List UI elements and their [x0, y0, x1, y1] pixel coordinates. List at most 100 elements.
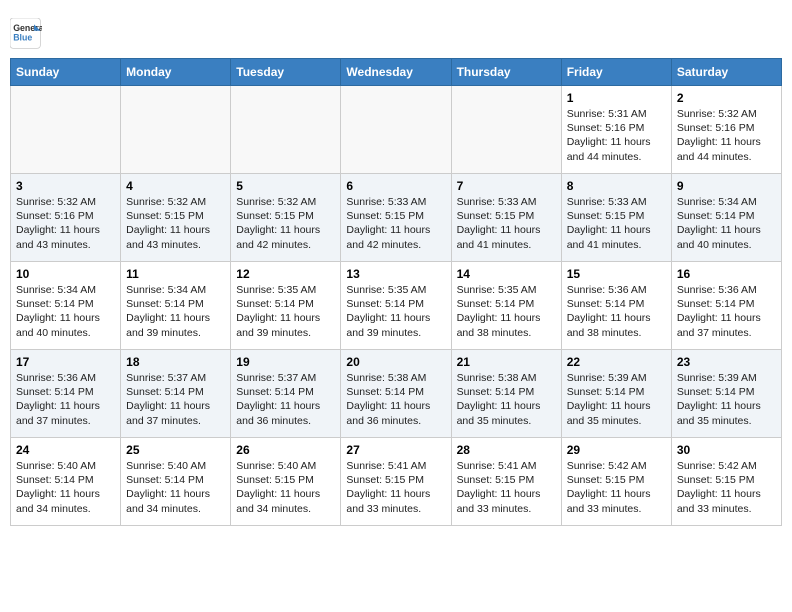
day-number: 3 — [16, 179, 115, 193]
day-info: Sunrise: 5:38 AMSunset: 5:14 PMDaylight:… — [457, 371, 556, 428]
weekday-header-monday: Monday — [121, 59, 231, 86]
day-info: Sunrise: 5:32 AMSunset: 5:16 PMDaylight:… — [16, 195, 115, 252]
calendar-cell: 30 Sunrise: 5:42 AMSunset: 5:15 PMDayligh… — [671, 438, 781, 526]
day-info: Sunrise: 5:34 AMSunset: 5:14 PMDaylight:… — [126, 283, 225, 340]
day-number: 17 — [16, 355, 115, 369]
day-info: Sunrise: 5:39 AMSunset: 5:14 PMDaylight:… — [567, 371, 666, 428]
day-number: 30 — [677, 443, 776, 457]
day-number: 25 — [126, 443, 225, 457]
calendar-cell: 12Sunrise: 5:35 AMSunset: 5:14 PMDayligh… — [231, 262, 341, 350]
day-number: 13 — [346, 267, 445, 281]
calendar-cell: 9 Sunrise: 5:34 AMSunset: 5:14 PMDaylight… — [671, 174, 781, 262]
day-info: Sunrise: 5:32 AMSunset: 5:15 PMDaylight:… — [236, 195, 335, 252]
day-info: Sunrise: 5:42 AMSunset: 5:15 PMDaylight:… — [677, 459, 776, 516]
day-info: Sunrise: 5:40 AMSunset: 5:15 PMDaylight:… — [236, 459, 335, 516]
day-info: Sunrise: 5:34 AMSunset: 5:14 PMDaylight:… — [16, 283, 115, 340]
day-number: 2 — [677, 91, 776, 105]
weekday-header-sunday: Sunday — [11, 59, 121, 86]
calendar-cell: 23 Sunrise: 5:39 AMSunset: 5:14 PMDayligh… — [671, 350, 781, 438]
day-info: Sunrise: 5:35 AMSunset: 5:14 PMDaylight:… — [457, 283, 556, 340]
day-number: 22 — [567, 355, 666, 369]
logo-icon: General Blue — [10, 18, 42, 50]
day-number: 5 — [236, 179, 335, 193]
day-info: Sunrise: 5:36 AMSunset: 5:14 PMDaylight:… — [567, 283, 666, 340]
calendar-cell — [341, 86, 451, 174]
day-info: Sunrise: 5:40 AMSunset: 5:14 PMDaylight:… — [126, 459, 225, 516]
day-info: Sunrise: 5:31 AMSunset: 5:16 PMDaylight:… — [567, 107, 666, 164]
day-info: Sunrise: 5:36 AMSunset: 5:14 PMDaylight:… — [677, 283, 776, 340]
day-number: 27 — [346, 443, 445, 457]
calendar-cell: 27Sunrise: 5:41 AMSunset: 5:15 PMDayligh… — [341, 438, 451, 526]
calendar-week-row: 3 Sunrise: 5:32 AMSunset: 5:16 PMDaylight… — [11, 174, 782, 262]
day-info: Sunrise: 5:41 AMSunset: 5:15 PMDaylight:… — [457, 459, 556, 516]
calendar-cell: 18 Sunrise: 5:37 AMSunset: 5:14 PMDayligh… — [121, 350, 231, 438]
calendar-cell: 10 Sunrise: 5:34 AMSunset: 5:14 PMDayligh… — [11, 262, 121, 350]
day-info: Sunrise: 5:38 AMSunset: 5:14 PMDaylight:… — [346, 371, 445, 428]
day-number: 14 — [457, 267, 556, 281]
day-number: 20 — [346, 355, 445, 369]
day-info: Sunrise: 5:36 AMSunset: 5:14 PMDaylight:… — [16, 371, 115, 428]
calendar-cell — [121, 86, 231, 174]
calendar-cell: 14 Sunrise: 5:35 AMSunset: 5:14 PMDayligh… — [451, 262, 561, 350]
day-info: Sunrise: 5:37 AMSunset: 5:14 PMDaylight:… — [236, 371, 335, 428]
weekday-header-saturday: Saturday — [671, 59, 781, 86]
calendar-cell: 20 Sunrise: 5:38 AMSunset: 5:14 PMDayligh… — [341, 350, 451, 438]
day-number: 23 — [677, 355, 776, 369]
calendar-table: SundayMondayTuesdayWednesdayThursdayFrid… — [10, 58, 782, 526]
day-number: 12 — [236, 267, 335, 281]
calendar-cell: 7 Sunrise: 5:33 AMSunset: 5:15 PMDaylight… — [451, 174, 561, 262]
day-number: 16 — [677, 267, 776, 281]
day-number: 11 — [126, 267, 225, 281]
calendar-cell — [451, 86, 561, 174]
calendar-cell: 2 Sunrise: 5:32 AMSunset: 5:16 PMDaylight… — [671, 86, 781, 174]
weekday-header-wednesday: Wednesday — [341, 59, 451, 86]
day-number: 19 — [236, 355, 335, 369]
weekday-header-tuesday: Tuesday — [231, 59, 341, 86]
day-number: 8 — [567, 179, 666, 193]
calendar-cell: 8 Sunrise: 5:33 AMSunset: 5:15 PMDaylight… — [561, 174, 671, 262]
calendar-week-row: 1 Sunrise: 5:31 AMSunset: 5:16 PMDaylight… — [11, 86, 782, 174]
calendar-cell: 1 Sunrise: 5:31 AMSunset: 5:16 PMDaylight… — [561, 86, 671, 174]
day-info: Sunrise: 5:42 AMSunset: 5:15 PMDaylight:… — [567, 459, 666, 516]
calendar-cell — [231, 86, 341, 174]
day-number: 6 — [346, 179, 445, 193]
day-number: 26 — [236, 443, 335, 457]
day-number: 18 — [126, 355, 225, 369]
day-info: Sunrise: 5:33 AMSunset: 5:15 PMDaylight:… — [457, 195, 556, 252]
day-number: 9 — [677, 179, 776, 193]
calendar-cell: 26 Sunrise: 5:40 AMSunset: 5:15 PMDayligh… — [231, 438, 341, 526]
calendar-cell: 16 Sunrise: 5:36 AMSunset: 5:14 PMDayligh… — [671, 262, 781, 350]
calendar-cell: 24 Sunrise: 5:40 AMSunset: 5:14 PMDayligh… — [11, 438, 121, 526]
calendar-cell: 17 Sunrise: 5:36 AMSunset: 5:14 PMDayligh… — [11, 350, 121, 438]
calendar-cell: 6 Sunrise: 5:33 AMSunset: 5:15 PMDaylight… — [341, 174, 451, 262]
day-number: 10 — [16, 267, 115, 281]
calendar-cell: 22 Sunrise: 5:39 AMSunset: 5:14 PMDayligh… — [561, 350, 671, 438]
day-info: Sunrise: 5:34 AMSunset: 5:14 PMDaylight:… — [677, 195, 776, 252]
day-info: Sunrise: 5:32 AMSunset: 5:15 PMDaylight:… — [126, 195, 225, 252]
day-info: Sunrise: 5:39 AMSunset: 5:14 PMDaylight:… — [677, 371, 776, 428]
weekday-header-thursday: Thursday — [451, 59, 561, 86]
day-number: 7 — [457, 179, 556, 193]
day-info: Sunrise: 5:32 AMSunset: 5:16 PMDaylight:… — [677, 107, 776, 164]
day-info: Sunrise: 5:35 AMSunset: 5:14 PMDaylight:… — [346, 283, 445, 340]
day-info: Sunrise: 5:33 AMSunset: 5:15 PMDaylight:… — [346, 195, 445, 252]
page-header: General Blue — [10, 10, 782, 50]
calendar-cell: 3 Sunrise: 5:32 AMSunset: 5:16 PMDaylight… — [11, 174, 121, 262]
calendar-week-row: 10 Sunrise: 5:34 AMSunset: 5:14 PMDayligh… — [11, 262, 782, 350]
calendar-cell: 4 Sunrise: 5:32 AMSunset: 5:15 PMDaylight… — [121, 174, 231, 262]
day-info: Sunrise: 5:37 AMSunset: 5:14 PMDaylight:… — [126, 371, 225, 428]
day-number: 1 — [567, 91, 666, 105]
day-number: 15 — [567, 267, 666, 281]
weekday-header-friday: Friday — [561, 59, 671, 86]
day-info: Sunrise: 5:33 AMSunset: 5:15 PMDaylight:… — [567, 195, 666, 252]
day-info: Sunrise: 5:40 AMSunset: 5:14 PMDaylight:… — [16, 459, 115, 516]
svg-text:General: General — [13, 23, 42, 33]
calendar-cell: 29Sunrise: 5:42 AMSunset: 5:15 PMDayligh… — [561, 438, 671, 526]
calendar-cell: 21 Sunrise: 5:38 AMSunset: 5:14 PMDayligh… — [451, 350, 561, 438]
day-number: 4 — [126, 179, 225, 193]
calendar-cell: 25 Sunrise: 5:40 AMSunset: 5:14 PMDayligh… — [121, 438, 231, 526]
weekday-header-row: SundayMondayTuesdayWednesdayThursdayFrid… — [11, 59, 782, 86]
calendar-week-row: 17 Sunrise: 5:36 AMSunset: 5:14 PMDayligh… — [11, 350, 782, 438]
day-number: 24 — [16, 443, 115, 457]
day-number: 21 — [457, 355, 556, 369]
